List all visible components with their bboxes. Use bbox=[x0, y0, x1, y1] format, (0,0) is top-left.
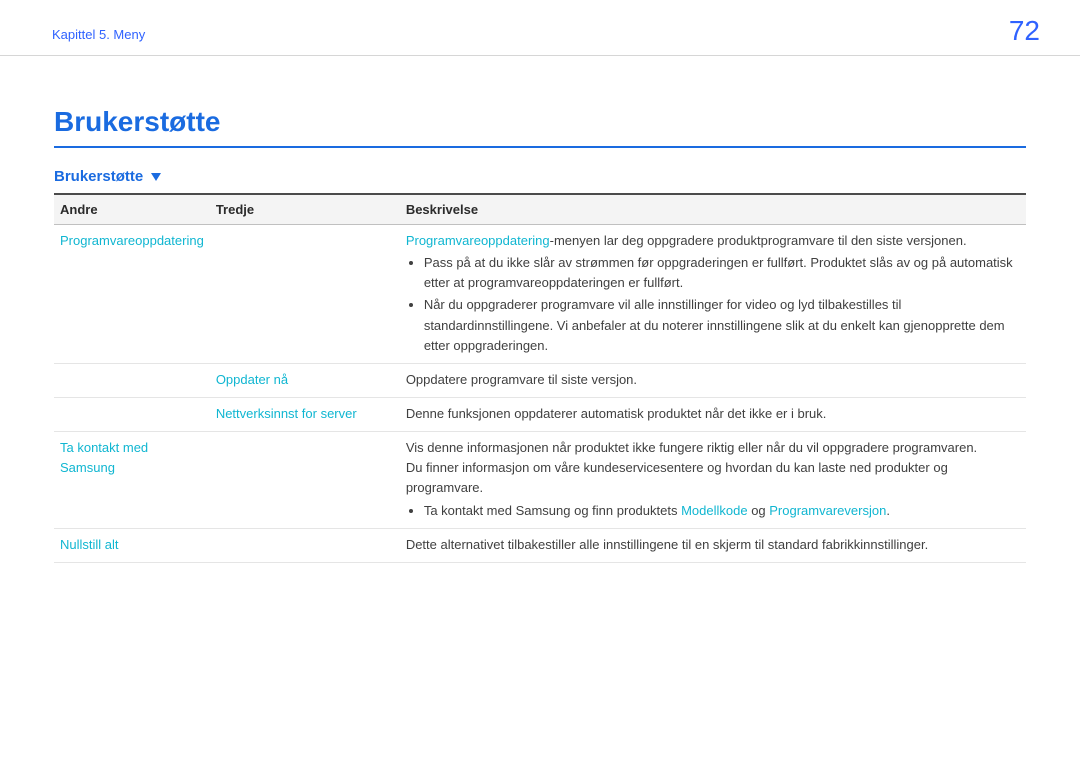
desc-text: Du finner informasjon om våre kundeservi… bbox=[406, 458, 1020, 498]
breadcrumb: Kapittel 5. Meny bbox=[52, 27, 145, 42]
table-row: Nettverksinnst for server Denne funksjon… bbox=[54, 397, 1026, 431]
cell-andre: Programvareoppdatering bbox=[54, 225, 210, 364]
list-item: Ta kontakt med Samsung og finn produktet… bbox=[424, 501, 1020, 521]
desc-text: . bbox=[886, 503, 890, 518]
table-row: Ta kontakt med Samsung Vis denne informa… bbox=[54, 432, 1026, 529]
cell-desc: Programvareoppdatering-menyen lar deg op… bbox=[400, 225, 1026, 364]
cell-desc: Oppdatere programvare til siste versjon. bbox=[400, 363, 1026, 397]
section-title: Brukerstøtte bbox=[54, 106, 1026, 148]
cell-andre bbox=[54, 397, 210, 431]
desc-text: -menyen lar deg oppgradere produktprogra… bbox=[550, 233, 967, 248]
cell-tredje: Nettverksinnst for server bbox=[210, 397, 400, 431]
list-item: Når du oppgraderer programvare vil alle … bbox=[424, 295, 1020, 355]
inline-link: Programvareversjon bbox=[769, 503, 886, 518]
table-row: Nullstill alt Dette alternativet tilbake… bbox=[54, 528, 1026, 562]
cell-desc: Dette alternativet tilbakestiller alle i… bbox=[400, 528, 1026, 562]
desc-text: Ta kontakt med Samsung og finn produktet… bbox=[424, 503, 681, 518]
table-row: Programvareoppdatering Programvareoppdat… bbox=[54, 225, 1026, 364]
cell-tredje bbox=[210, 225, 400, 364]
desc-text: og bbox=[748, 503, 770, 518]
cell-andre: Nullstill alt bbox=[54, 528, 210, 562]
page-header: Kapittel 5. Meny 72 bbox=[0, 0, 1080, 56]
cell-andre bbox=[54, 363, 210, 397]
col-header-andre: Andre bbox=[54, 194, 210, 225]
cell-andre: Ta kontakt med Samsung bbox=[54, 432, 210, 529]
col-header-beskrivelse: Beskrivelse bbox=[400, 194, 1026, 225]
desc-text: Vis denne informasjonen når produktet ik… bbox=[406, 438, 1020, 458]
cell-tredje bbox=[210, 432, 400, 529]
inline-link: Modellkode bbox=[681, 503, 748, 518]
subsection-heading: Brukerstøtte bbox=[54, 168, 1026, 185]
table-row: Oppdater nå Oppdatere programvare til si… bbox=[54, 363, 1026, 397]
cell-desc: Denne funksjonen oppdaterer automatisk p… bbox=[400, 397, 1026, 431]
cell-tredje bbox=[210, 528, 400, 562]
list-item: Pass på at du ikke slår av strømmen før … bbox=[424, 253, 1020, 293]
col-header-tredje: Tredje bbox=[210, 194, 400, 225]
cell-tredje: Oppdater nå bbox=[210, 363, 400, 397]
chevron-down-icon bbox=[151, 173, 161, 181]
page-content: Brukerstøtte Brukerstøtte Andre Tredje B… bbox=[0, 56, 1080, 563]
cell-desc: Vis denne informasjonen når produktet ik… bbox=[400, 432, 1026, 529]
inline-link: Programvareoppdatering bbox=[406, 233, 550, 248]
subsection-label: Brukerstøtte bbox=[54, 168, 143, 185]
menu-table: Andre Tredje Beskrivelse Programvareoppd… bbox=[54, 193, 1026, 563]
page-number: 72 bbox=[1009, 15, 1040, 47]
